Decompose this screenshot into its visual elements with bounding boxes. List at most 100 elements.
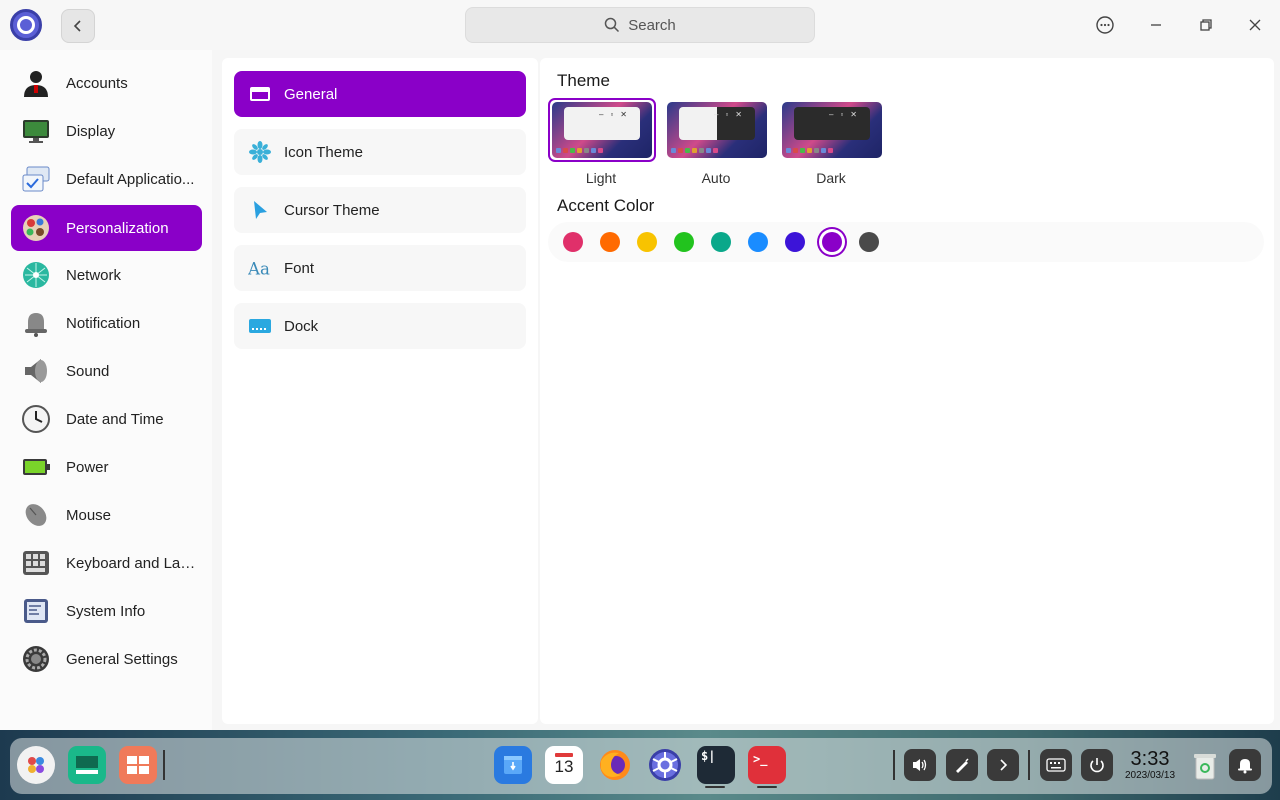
sidebar-item-general-settings[interactable]: General Settings — [11, 636, 202, 682]
sidebar-item-display[interactable]: Display — [11, 108, 202, 154]
volume-button[interactable] — [904, 749, 936, 781]
sidebar-item-label: Date and Time — [66, 410, 164, 428]
workspace-button[interactable] — [119, 746, 157, 784]
trash-icon — [1194, 754, 1216, 780]
accent-swatch-orange[interactable] — [600, 232, 620, 252]
theme-option-light[interactable]: –▫✕ Light — [548, 98, 656, 208]
bell-icon — [1238, 759, 1252, 774]
keyboard-layout-button[interactable] — [1040, 749, 1072, 781]
sidebar-item-label: Mouse — [66, 506, 112, 524]
subnav-item-dock[interactable]: Dock — [234, 303, 526, 349]
launcher-icon — [28, 757, 44, 773]
maximize-button[interactable] — [1193, 12, 1219, 38]
firefox-button[interactable] — [596, 746, 634, 784]
sidebar-item-date-and-time[interactable]: Date and Time — [11, 396, 202, 442]
notification-bell-icon — [21, 308, 51, 338]
console-icon: >_ — [753, 752, 768, 766]
search-input[interactable]: Search — [465, 7, 815, 43]
tray-expand-button[interactable] — [987, 749, 1019, 781]
sidebar-item-personalization[interactable]: Personalization — [11, 205, 202, 251]
accent-swatch-blue[interactable] — [748, 232, 768, 252]
subnav-item-icon-theme[interactable]: Icon Theme — [234, 129, 526, 175]
trash-button[interactable] — [1186, 747, 1224, 785]
back-button[interactable] — [61, 9, 95, 43]
sidebar-item-label: System Info — [66, 602, 146, 620]
accent-swatch-yellow[interactable] — [637, 232, 657, 252]
general-settings-content: Theme –▫✕ Light –▫✕ Auto –▫✕ Dark Accent… — [540, 58, 1274, 724]
firefox-icon — [600, 750, 630, 780]
subnav-item-label: Cursor Theme — [284, 201, 380, 219]
app-store-button[interactable] — [494, 746, 532, 784]
accent-swatch-teal[interactable] — [711, 232, 731, 252]
launcher-button[interactable] — [17, 746, 55, 784]
system-info-icon — [21, 596, 51, 626]
chevron-left-icon — [73, 20, 81, 32]
sidebar-item-label: Default Applicatio... — [66, 170, 195, 188]
pen-icon — [956, 758, 969, 773]
accent-swatch-green[interactable] — [674, 232, 694, 252]
sidebar-item-system-info[interactable]: System Info — [11, 588, 202, 634]
clock-date: 2023/03/13 — [1124, 770, 1176, 781]
theme-option-auto[interactable]: –▫✕ Auto — [663, 98, 769, 208]
network-icon — [21, 260, 51, 290]
clock-time[interactable]: 3:33 — [1124, 748, 1176, 771]
power-menu-button[interactable] — [1081, 749, 1113, 781]
accent-swatch-purple[interactable] — [822, 232, 842, 252]
subnav-item-general[interactable]: General — [234, 71, 526, 117]
sidebar-item-keyboard-and-language[interactable]: Keyboard and Lan... — [11, 540, 202, 586]
terminal-button[interactable]: $| — [697, 746, 735, 784]
more-options-button[interactable] — [1092, 12, 1118, 38]
power-icon — [1090, 758, 1104, 773]
sidebar-item-accounts[interactable]: Accounts — [11, 60, 202, 106]
gear-icon — [21, 644, 51, 674]
screenshot-tool-button[interactable] — [946, 749, 978, 781]
sidebar-item-power[interactable]: Power — [11, 444, 202, 490]
close-button[interactable] — [1242, 12, 1268, 38]
mouse-icon — [21, 500, 51, 530]
sidebar-item-notification[interactable]: Notification — [11, 300, 202, 346]
subnav-item-cursor-theme[interactable]: Cursor Theme — [234, 187, 526, 233]
sidebar-item-label: Accounts — [66, 74, 128, 92]
theme-label: Light — [585, 170, 617, 186]
default-apps-icon — [21, 164, 51, 194]
minimize-button[interactable] — [1143, 12, 1169, 38]
subnav-item-label: Font — [284, 259, 315, 277]
terminal-red-button[interactable]: >_ — [748, 746, 786, 784]
running-indicator — [757, 786, 777, 788]
volume-icon — [913, 759, 927, 771]
accent-swatch-graphite[interactable] — [859, 232, 879, 252]
theme-label: Dark — [816, 170, 846, 186]
sidebar-item-network[interactable]: Network — [11, 252, 202, 298]
subnav-item-label: Icon Theme — [284, 143, 363, 161]
notification-center-button[interactable] — [1229, 749, 1261, 781]
theme-option-dark[interactable]: –▫✕ Dark — [778, 98, 884, 208]
control-center-button[interactable] — [646, 746, 684, 784]
accent-swatch-pink[interactable] — [563, 232, 583, 252]
sidebar-item-label: Power — [66, 458, 109, 476]
sidebar-item-label: Notification — [66, 314, 141, 332]
close-icon — [1249, 19, 1261, 31]
theme-label: Auto — [701, 170, 731, 186]
subnav-item-label: General — [284, 85, 338, 103]
selected-frame — [548, 98, 656, 162]
speaker-icon — [21, 356, 51, 386]
window-icon — [248, 82, 272, 106]
accent-color-row — [548, 222, 1264, 262]
subnav-item-font[interactable]: Aa Font — [234, 245, 526, 291]
multitask-view-button[interactable] — [68, 746, 106, 784]
settings-sidebar: Accounts Display Default Applicatio... P… — [0, 50, 212, 730]
calendar-button[interactable]: 13 — [545, 746, 583, 784]
dock-separator — [1028, 750, 1030, 780]
sidebar-item-sound[interactable]: Sound — [11, 348, 202, 394]
personalization-subnav: General Icon Theme Cursor Theme Aa Font … — [222, 58, 538, 724]
display-icon — [21, 116, 51, 146]
accent-swatch-indigo[interactable] — [785, 232, 805, 252]
sidebar-item-mouse[interactable]: Mouse — [11, 492, 202, 538]
title-bar: Search — [0, 0, 1280, 50]
theme-preview-auto: –▫✕ — [667, 102, 767, 158]
calendar-day: 13 — [554, 757, 574, 776]
sidebar-item-label: Display — [66, 122, 116, 140]
svg-text:Aa: Aa — [248, 259, 270, 278]
sidebar-item-default-applications[interactable]: Default Applicatio... — [11, 156, 202, 202]
search-icon — [604, 17, 620, 33]
